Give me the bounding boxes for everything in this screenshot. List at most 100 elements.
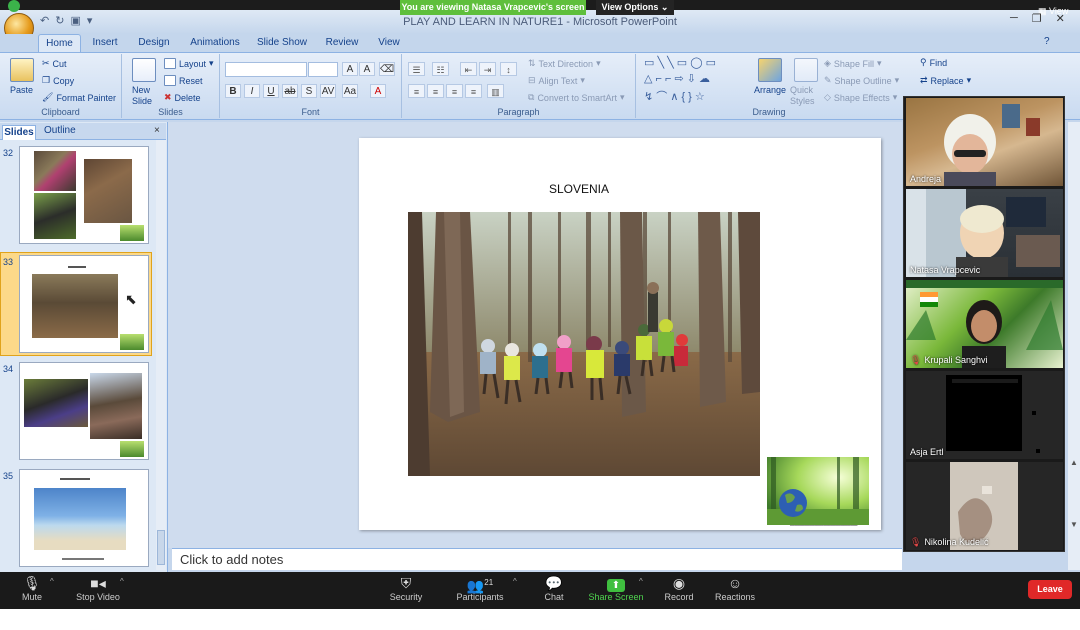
justify-icon[interactable]: ≡ (465, 84, 482, 98)
slide-title[interactable]: SLOVENIA (359, 182, 799, 196)
paragraph-label: Paragraph (497, 107, 540, 117)
scroll-up-icon[interactable]: ▲ (1070, 458, 1078, 467)
shape-fill-button[interactable]: ◈ Shape Fill ▾ (824, 58, 881, 69)
video-options-caret-icon[interactable]: ^ (120, 577, 124, 586)
slide-number: 32 (3, 148, 14, 158)
align-right-icon[interactable]: ≡ (446, 84, 463, 98)
copy-icon: ❐ (42, 75, 51, 85)
clear-format-icon[interactable]: ⌫ (379, 62, 395, 76)
align-text-label: Align Text (538, 75, 578, 86)
participants-caret-icon[interactable]: ^ (513, 577, 517, 586)
thumb-image (34, 151, 76, 191)
participant-tile[interactable]: Natasa Vrapcevic (906, 189, 1063, 277)
microphone-icon: 🎙 (23, 575, 41, 591)
delete-slide-button[interactable]: ✖ Delete (164, 92, 201, 103)
slide-scrollbar[interactable] (1068, 122, 1080, 570)
scroll-down-icon[interactable]: ▼ (1070, 520, 1078, 529)
char-spacing-icon[interactable]: AV (320, 84, 336, 98)
share-caret-icon[interactable]: ^ (639, 577, 643, 586)
mute-button[interactable]: 🎙 Mute (0, 574, 67, 602)
chat-button[interactable]: 💬 Chat (519, 574, 589, 602)
bullets-icon[interactable]: ☰ (408, 62, 425, 76)
view-options-button[interactable]: View Options ⌄ (596, 0, 674, 15)
earth-nature-image[interactable] (767, 457, 869, 525)
quick-styles-button[interactable]: Quick Styles (790, 85, 822, 107)
tab-insert[interactable]: Insert (88, 34, 122, 52)
participants-button[interactable]: 👥21 Participants (445, 574, 515, 602)
scrollbar-thumb[interactable] (157, 530, 165, 565)
record-label: Record (664, 592, 694, 602)
font-name-combo[interactable] (225, 62, 307, 77)
arrange-button[interactable]: Arrange (754, 85, 786, 95)
strikethrough-icon[interactable]: ab (282, 84, 298, 98)
new-slide-button[interactable]: New Slide (132, 85, 162, 107)
maximize-icon[interactable]: ❐ (1032, 12, 1042, 25)
participant-name-text: Nikolina Kudelić (924, 537, 989, 547)
reset-button[interactable]: Reset (164, 75, 203, 86)
leave-button[interactable]: Leave (1028, 580, 1072, 599)
align-left-icon[interactable]: ≡ (408, 84, 425, 98)
minimize-icon[interactable]: ─ (1010, 12, 1018, 25)
italic-icon[interactable]: I (244, 84, 260, 98)
audio-options-caret-icon[interactable]: ^ (50, 577, 54, 586)
convert-smartart-button[interactable]: ⧉ Convert to SmartArt ▾ (528, 92, 625, 103)
tab-slide-show[interactable]: Slide Show (256, 34, 308, 52)
increase-indent-icon[interactable]: ⇥ (479, 62, 496, 76)
slides-pane-scrollbar[interactable] (156, 140, 166, 570)
mic-muted-icon: 🎙 (910, 537, 922, 547)
numbering-icon[interactable]: ☷ (432, 62, 449, 76)
cut-button[interactable]: ✂ Cut (42, 58, 67, 69)
participants-count: 21 (484, 578, 494, 587)
find-button[interactable]: ⚲ Find (920, 57, 947, 68)
shape-outline-button[interactable]: ✎ Shape Outline ▾ (824, 75, 899, 86)
replace-button[interactable]: ⇄ Replace ▾ (920, 75, 971, 86)
shapes-gallery-row2[interactable]: △ ⌐ ⌐ ⇨ ⇩ ☁ (644, 72, 710, 85)
grow-font-icon[interactable]: A (342, 62, 358, 76)
shrink-font-icon[interactable]: A (359, 62, 375, 76)
tab-animations[interactable]: Animations (188, 34, 242, 52)
tab-design[interactable]: Design (134, 34, 174, 52)
shapes-gallery[interactable]: ▭ ╲ ╲ ▭ ◯ ▭ (644, 56, 716, 69)
forest-children-photo[interactable] (408, 212, 760, 476)
font-color-icon[interactable]: A (370, 84, 386, 98)
tab-view[interactable]: View (372, 34, 406, 52)
text-direction-button[interactable]: ⇅ Text Direction ▾ (528, 58, 601, 69)
participant-tile[interactable]: 🎙 Krupali Sanghvi (906, 280, 1063, 368)
help-icon[interactable]: ? (1044, 36, 1050, 47)
shadow-icon[interactable]: S (301, 84, 317, 98)
close-icon[interactable]: × (154, 125, 160, 136)
tab-slides[interactable]: Slides (2, 125, 36, 140)
format-painter-button[interactable]: 🖌 Format Painter (42, 92, 116, 103)
video-feed (906, 189, 1060, 277)
align-center-icon[interactable]: ≡ (427, 84, 444, 98)
participant-tile[interactable]: Asja Ertl (906, 371, 1063, 459)
tab-home[interactable]: Home (38, 34, 81, 52)
page-bottom-margin (0, 609, 1080, 630)
align-text-button[interactable]: ⊟ Align Text ▾ (528, 75, 585, 86)
decrease-indent-icon[interactable]: ⇤ (460, 62, 477, 76)
shape-effects-button[interactable]: ◇ Shape Effects ▾ (824, 92, 897, 103)
reactions-button[interactable]: ☺ Reactions (700, 574, 770, 602)
paste-button[interactable]: Paste (10, 85, 33, 95)
change-case-icon[interactable]: Aa (342, 84, 358, 98)
thumb-image (32, 274, 118, 338)
notes-placeholder[interactable]: Click to add notes (180, 552, 283, 567)
close-window-icon[interactable]: ✕ (1056, 12, 1065, 25)
font-size-combo[interactable] (308, 62, 338, 77)
arrange-icon (758, 58, 782, 82)
tab-review[interactable]: Review (322, 34, 362, 52)
tab-outline[interactable]: Outline (44, 125, 76, 136)
underline-icon[interactable]: U (263, 84, 279, 98)
participant-tile[interactable]: 🎙 Nikolina Kudelić (906, 462, 1063, 550)
copy-button[interactable]: ❐ Copy (42, 75, 74, 86)
security-button[interactable]: ⛨ Security (371, 574, 441, 602)
drawing-group: ▭ ╲ ╲ ▭ ◯ ▭ △ ⌐ ⌐ ⇨ ⇩ ☁ ↯ ⌒ ∧ { } ☆ Arra… (636, 54, 902, 118)
bold-icon[interactable]: B (225, 84, 241, 98)
line-spacing-icon[interactable]: ↕ (500, 62, 517, 76)
participant-tile[interactable]: Andreja (906, 98, 1063, 186)
paste-icon (10, 58, 34, 82)
shapes-gallery-row3[interactable]: ↯ ⌒ ∧ { } ☆ (644, 88, 705, 104)
layout-button[interactable]: Layout ▾ (164, 58, 214, 69)
arrange-label: Arrange (754, 85, 787, 95)
columns-icon[interactable]: ▥ (487, 84, 504, 98)
